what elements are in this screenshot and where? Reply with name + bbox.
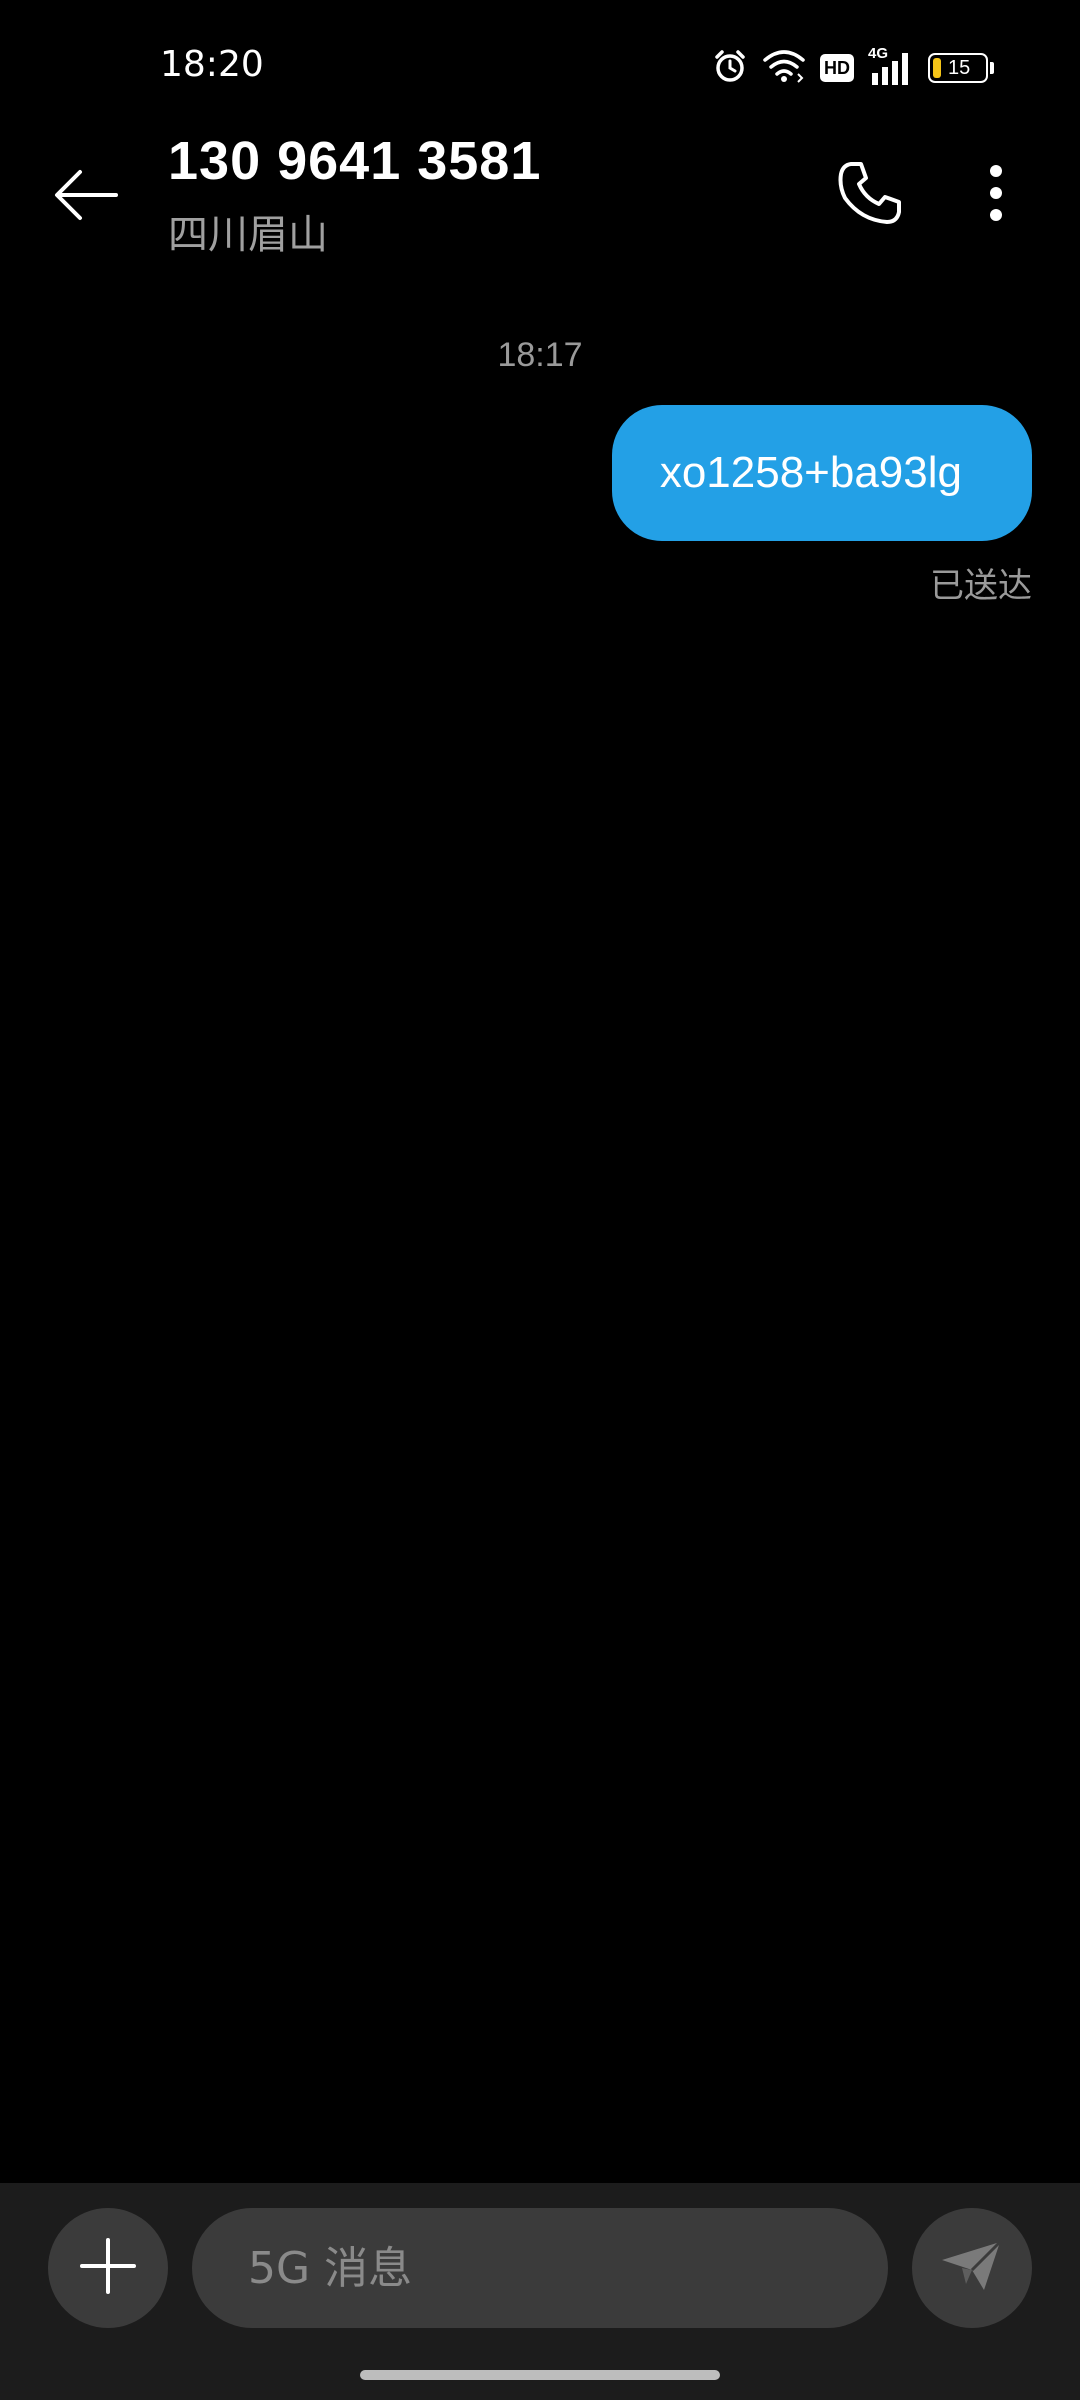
message-text: xo1258+ba93lg [659,448,962,497]
status-icons: HD 4G 15 [712,44,994,92]
back-arrow-icon [50,165,120,229]
status-bar: 18:20 HD 4G 15 [0,0,1080,140]
phone-icon [835,158,905,232]
wifi-icon [762,48,806,88]
battery-fill [933,58,941,78]
message-input[interactable] [192,2208,888,2328]
battery-icon: 15 [928,53,994,83]
send-button[interactable] [912,2208,1032,2328]
outgoing-message-bubble[interactable]: xo1258+ba93lg [611,405,1032,541]
home-indicator[interactable] [360,2370,720,2380]
battery-tip [990,62,994,74]
contact-location: 四川眉山 [168,212,328,258]
battery-level: 15 [948,56,971,79]
plus-icon [78,2236,138,2300]
cellular-signal-icon: 4G [868,45,914,87]
add-attachment-button[interactable] [48,2208,168,2328]
status-time: 18:20 [160,44,264,85]
back-button[interactable] [40,152,130,242]
more-options-button[interactable] [956,147,1036,243]
more-vertical-icon [988,163,1004,227]
battery-body: 15 [928,53,988,83]
alarm-icon [712,48,748,88]
message-timestamp: 18:17 [497,336,583,374]
compose-bar [0,2183,1080,2400]
send-icon [940,2238,1004,2298]
call-button[interactable] [822,147,918,243]
contact-number: 130 9641 3581 [168,131,542,191]
delivery-status: 已送达 [930,566,1032,606]
hd-icon: HD [820,54,854,82]
conversation-header: 130 9641 3581 四川眉山 [0,130,1080,270]
